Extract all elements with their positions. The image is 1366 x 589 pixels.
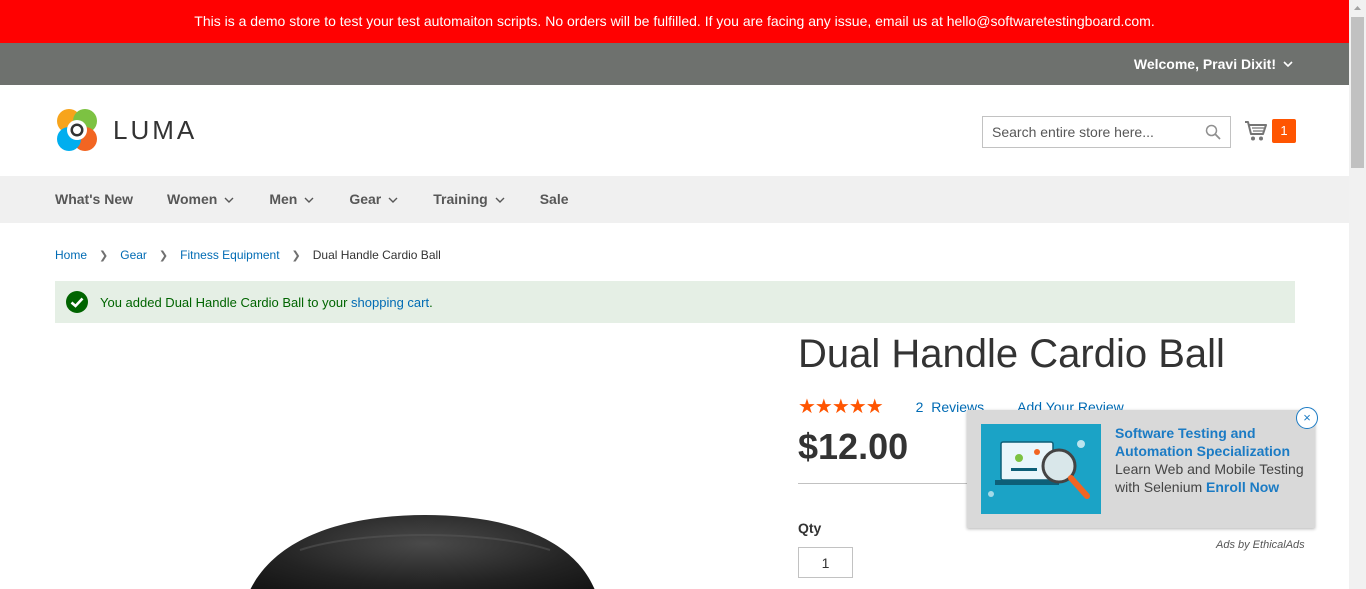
- breadcrumb-home[interactable]: Home: [55, 248, 87, 262]
- scrollbar-thumb[interactable]: [1351, 17, 1364, 168]
- product-price: $12.00: [798, 426, 909, 467]
- reviews-count: 2: [915, 398, 924, 415]
- breadcrumb: Home ❯ Gear ❯ Fitness Equipment ❯ Dual H…: [55, 248, 441, 262]
- main-navigation: What's New Women Men Gear Training Sale: [0, 176, 1349, 223]
- chevron-down-icon: [304, 197, 314, 203]
- chevron-down-icon: [1283, 61, 1293, 68]
- breadcrumb-separator-icon: ❯: [99, 249, 109, 262]
- logo-link[interactable]: LUMA: [55, 107, 197, 153]
- chevron-down-icon: [224, 197, 234, 203]
- breadcrumb-separator-icon: ❯: [291, 249, 301, 262]
- product-title: Dual Handle Cardio Ball: [798, 332, 1225, 376]
- search-input[interactable]: [983, 117, 1193, 147]
- demo-notice-banner: This is a demo store to test your test a…: [0, 0, 1349, 43]
- ad-attribution[interactable]: Ads by EthicalAds: [1216, 539, 1305, 551]
- welcome-message: Welcome, Pravi Dixit!: [1133, 56, 1276, 72]
- nav-item-gear[interactable]: Gear: [349, 176, 399, 223]
- ad-title[interactable]: Software Testing and Automation Speciali…: [1115, 425, 1290, 459]
- success-message-suffix: .: [429, 294, 433, 310]
- search-icon[interactable]: [1205, 124, 1221, 140]
- nav-item-women[interactable]: Women: [167, 176, 235, 223]
- ad-text[interactable]: Software Testing and Automation Speciali…: [1115, 424, 1305, 496]
- breadcrumb-separator-icon: ❯: [158, 249, 169, 262]
- ethical-ad[interactable]: Software Testing and Automation Speciali…: [967, 410, 1315, 528]
- luma-logo-icon: [57, 109, 97, 151]
- chevron-down-icon: [495, 197, 505, 203]
- success-message-text: You added Dual Handle Cardio Ball to you…: [100, 294, 352, 310]
- cart-count-badge: 1: [1272, 119, 1296, 143]
- ad-close-icon[interactable]: ×: [1296, 407, 1318, 429]
- nav-item-sale[interactable]: Sale: [540, 176, 569, 223]
- nav-item-men[interactable]: Men: [269, 176, 315, 223]
- page-scrollbar[interactable]: [1349, 0, 1366, 589]
- qty-label: Qty: [798, 520, 822, 536]
- breadcrumb-current: Dual Handle Cardio Ball: [312, 248, 441, 262]
- nav-item-whats-new[interactable]: What's New: [55, 176, 133, 223]
- ad-enroll-link[interactable]: Enroll Now: [1206, 479, 1279, 495]
- rating-stars-icon: ★★★★★: [798, 396, 884, 418]
- demo-notice-text: This is a demo store to test your test a…: [194, 13, 1155, 29]
- nav-item-training[interactable]: Training: [433, 176, 505, 223]
- breadcrumb-fitness-equipment[interactable]: Fitness Equipment: [180, 248, 279, 262]
- logo-text: LUMA: [113, 114, 198, 145]
- scroll-up-arrow-icon[interactable]: [1349, 0, 1366, 17]
- shopping-cart-icon: [1245, 121, 1267, 141]
- customer-menu-toggle[interactable]: Welcome, Pravi Dixit!: [1134, 43, 1294, 85]
- minicart-button[interactable]: 1: [1244, 119, 1296, 143]
- search-box: [982, 116, 1231, 148]
- breadcrumb-gear[interactable]: Gear: [120, 248, 147, 262]
- nav-label: Sale: [539, 191, 569, 207]
- product-image[interactable]: [240, 510, 610, 589]
- success-check-icon: [66, 291, 88, 313]
- qty-input[interactable]: 1: [798, 547, 853, 578]
- nav-label: Men: [269, 191, 298, 207]
- nav-label: Gear: [349, 191, 382, 207]
- site-header: LUMA 1: [0, 85, 1349, 176]
- shopping-cart-link[interactable]: shopping cart: [351, 295, 429, 310]
- chevron-down-icon: [388, 197, 398, 203]
- nav-label: What's New: [55, 191, 134, 207]
- panel-header: Welcome, Pravi Dixit!: [0, 43, 1349, 85]
- nav-label: Training: [433, 191, 488, 207]
- ad-image[interactable]: [981, 424, 1101, 514]
- nav-label: Women: [167, 191, 218, 207]
- success-message: You added Dual Handle Cardio Ball to you…: [55, 281, 1295, 323]
